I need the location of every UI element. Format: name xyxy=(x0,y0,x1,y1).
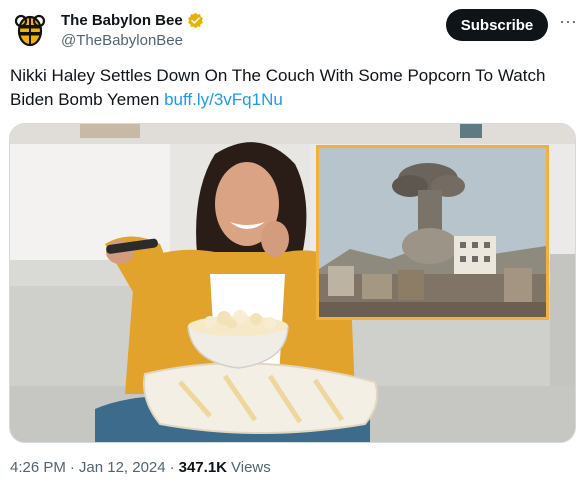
meta-separator: · xyxy=(69,459,75,476)
bee-logo-icon[interactable] xyxy=(10,10,50,50)
media-illustration xyxy=(10,124,575,442)
tweet-date[interactable]: Jan 12, 2024 xyxy=(79,459,166,476)
more-options-icon[interactable]: ··· xyxy=(558,12,578,34)
display-name[interactable]: The Babylon Bee xyxy=(61,12,183,29)
tweet-time[interactable]: 4:26 PM xyxy=(10,459,66,476)
tweet-header: The Babylon Bee @TheBabylonBee Subscribe… xyxy=(10,8,578,54)
tweet-image[interactable] xyxy=(9,123,576,443)
views-count[interactable]: 347.1K xyxy=(179,459,227,476)
tweet-meta: 4:26 PM · Jan 12, 2024 · 347.1K Views xyxy=(10,459,271,476)
subscribe-button[interactable]: Subscribe xyxy=(446,9,548,41)
verified-badge-icon[interactable] xyxy=(187,12,204,29)
author-handle[interactable]: @TheBabylonBee xyxy=(61,32,204,49)
meta-separator: · xyxy=(169,459,175,476)
explosion-inset xyxy=(316,145,549,320)
author-block: The Babylon Bee @TheBabylonBee xyxy=(61,10,204,49)
views-label: Views xyxy=(231,459,271,476)
tweet-link[interactable]: buff.ly/3vFq1Nu xyxy=(164,90,283,109)
display-name-row: The Babylon Bee xyxy=(61,10,204,30)
tweet-text: Nikki Haley Settles Down On The Couch Wi… xyxy=(10,64,570,112)
